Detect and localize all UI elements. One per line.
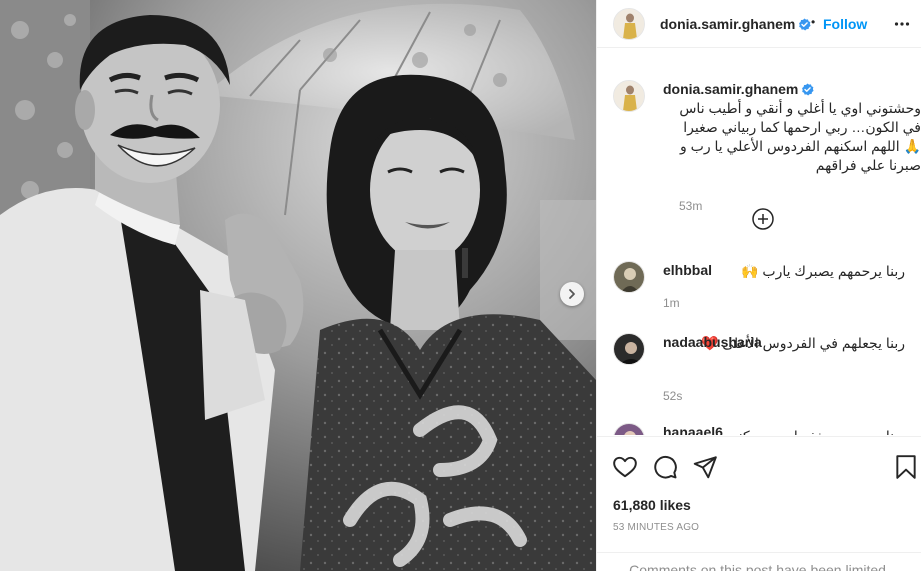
share-button[interactable] [692,454,718,480]
caption-body: وحشتوني اوي يا أغلي و أنقي و أطيب ناس في… [679,100,921,173]
comment-button[interactable] [652,454,678,480]
comment-item: elhbbal ربنا يرحمهم يصبرك يارب 🙌 1m [613,261,913,321]
comments-list[interactable]: donia.samir.ghanem وحشتوني اوي يا أغلي و… [597,49,921,435]
caption-avatar[interactable] [613,80,645,112]
commenter-avatar[interactable] [613,333,645,365]
post-time-ago: 53 MINUTES AGO [613,522,700,533]
commenter-username[interactable]: nadaabusharia [663,334,762,350]
save-button[interactable] [893,454,919,480]
commenter-avatar[interactable] [613,261,645,293]
comment-bubble-icon [654,456,677,479]
bookmark-icon [896,455,916,479]
comment-timestamp: 52s [663,389,683,403]
post-actions: 61,880 likes 53 MINUTES AGO Comments on … [597,436,921,571]
caption-text-block: donia.samir.ghanem وحشتوني اوي يا أغلي و… [663,80,921,175]
caption-username[interactable]: donia.samir.ghanem [663,81,798,97]
comment-text: ربنا يرحمهم ويغفر لهم ويسكنهم [663,427,905,435]
comment-text: ربنا يرحمهم يصبرك يارب 🙌 [741,263,905,279]
comment-timestamp: 1m [663,296,680,310]
plus-circle-icon [752,208,774,230]
post-side-panel: donia.samir.ghanem • Follow donia.samir.… [596,0,921,571]
more-options-icon [894,22,910,26]
more-options-button[interactable] [894,16,910,37]
carousel-next-button[interactable] [560,282,584,306]
caption-timestamp: 53m [679,199,703,213]
author-avatar[interactable] [613,8,645,40]
post-photo[interactable] [0,0,596,571]
paper-plane-icon [693,456,717,479]
chevron-right-icon [569,289,575,299]
follow-button[interactable]: Follow [823,16,867,32]
like-count[interactable]: 61,880 likes [613,497,691,513]
comments-limited-notice: Comments on this post have been limited. [597,552,921,571]
verified-badge-icon [802,83,814,96]
commenter-avatar[interactable] [613,423,645,435]
post-header: donia.samir.ghanem • Follow [597,0,921,48]
verified-badge-icon [799,18,811,31]
like-button[interactable] [612,454,638,480]
comment-item: hanaael6 ربنا يرحمهم ويغفر لهم ويسكنهم [613,423,913,435]
comment-item: ربنا يجعلهم في الفردوس الأعلى ❤️ nadaabu… [613,333,913,403]
header-separator: • [811,15,816,29]
load-more-comments-button[interactable] [752,208,774,230]
author-username[interactable]: donia.samir.ghanem [660,16,811,32]
heart-icon [613,456,637,478]
photo-image [0,0,596,571]
